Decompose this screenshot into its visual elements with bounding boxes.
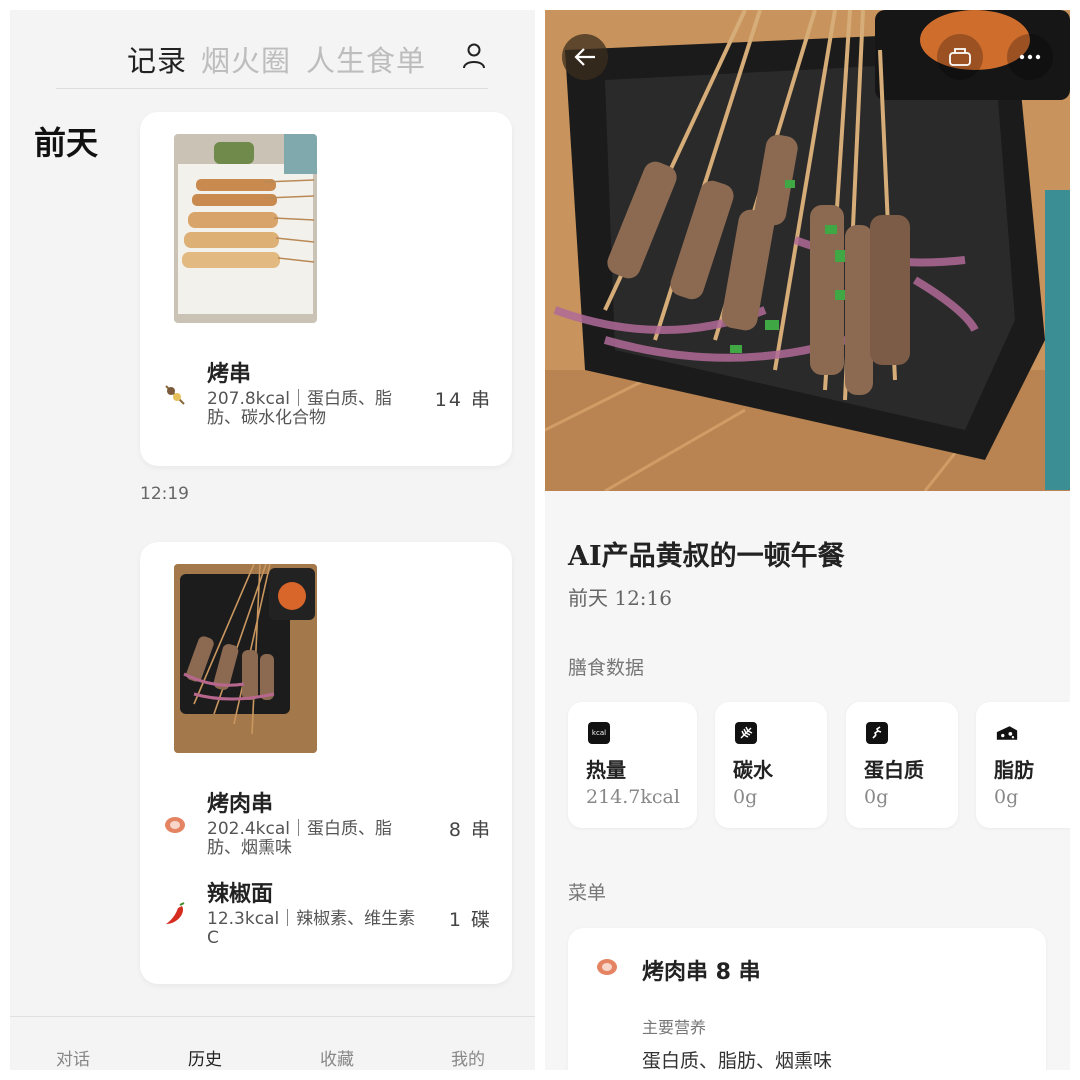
stat-label: 热量 bbox=[586, 758, 626, 782]
food-qty: 1 碟 bbox=[448, 909, 492, 931]
food-desc: 207.8kcal｜蛋白质、脂肪、碳水化合物 bbox=[207, 389, 392, 428]
stat-protein[interactable]: 蛋白质 0g bbox=[846, 702, 958, 828]
bottom-nav-favorites[interactable]: 收藏 bbox=[320, 1045, 354, 1070]
food-name: 烤肉串 bbox=[207, 792, 274, 817]
main-nutrients-value: 蛋白质、脂肪、烟熏味 bbox=[642, 1050, 833, 1070]
menu-label: 菜单 bbox=[568, 882, 607, 904]
nav-divider bbox=[56, 88, 488, 89]
meal-photo[interactable] bbox=[174, 134, 317, 323]
food-qty: 8 串 bbox=[448, 819, 492, 841]
stat-value: 0g bbox=[994, 786, 1019, 808]
meal-time: 前天 12:16 bbox=[568, 586, 672, 610]
diet-data-label: 膳食数据 bbox=[568, 657, 645, 679]
meal-detail-screen: AI产品黄叔的一顿午餐 前天 12:16 膳食数据 kcal 热量 214.7k… bbox=[545, 10, 1070, 1070]
main-nutrients-label: 主要营养 bbox=[642, 1018, 707, 1037]
day-label: 前天 bbox=[34, 124, 99, 162]
time-label: 12:19 bbox=[140, 484, 189, 504]
stat-fat[interactable]: 脂肪 0g bbox=[976, 702, 1070, 828]
cheese-icon bbox=[996, 722, 1018, 744]
meal-card[interactable]: 烤肉串 202.4kcal｜蛋白质、脂肪、烟熏味 8 串 辣椒面 12.3kca… bbox=[140, 542, 512, 984]
arrow-left-icon bbox=[574, 48, 595, 66]
meat-icon bbox=[165, 817, 185, 833]
back-button[interactable] bbox=[562, 34, 608, 80]
user-icon[interactable] bbox=[462, 43, 486, 69]
food-desc: 202.4kcal｜蛋白质、脂肪、烟熏味 bbox=[207, 819, 392, 858]
toaster-icon bbox=[949, 48, 971, 66]
wheat-icon bbox=[735, 722, 757, 744]
bottom-nav-mine[interactable]: 我的 bbox=[451, 1045, 485, 1070]
tab-records[interactable]: 记录 bbox=[127, 38, 187, 80]
bottom-nav-chat[interactable]: 对话 bbox=[56, 1045, 90, 1070]
kcal-icon: kcal bbox=[588, 722, 610, 744]
stat-label: 脂肪 bbox=[994, 758, 1034, 782]
food-name: 辣椒面 bbox=[207, 882, 274, 907]
stat-label: 蛋白质 bbox=[864, 758, 924, 782]
skewer-icon bbox=[165, 385, 185, 405]
bottom-nav: 对话 历史 收藏 我的 bbox=[10, 1016, 535, 1070]
stat-calories[interactable]: kcal 热量 214.7kcal bbox=[568, 702, 697, 828]
meal-hero-photo bbox=[545, 10, 1070, 491]
stat-value: 214.7kcal bbox=[586, 786, 680, 808]
more-button[interactable] bbox=[1007, 34, 1053, 80]
bottom-nav-history[interactable]: 历史 bbox=[188, 1045, 222, 1070]
menu-item-title: 烤肉串 8 串 bbox=[642, 960, 761, 985]
top-nav: 记录 烟火圈 人生食单 bbox=[10, 10, 535, 90]
meat-icon bbox=[597, 959, 617, 975]
stat-value: 0g bbox=[733, 786, 758, 808]
protein-icon bbox=[866, 722, 888, 744]
meal-card[interactable]: 烤串 207.8kcal｜蛋白质、脂肪、碳水化合物 14 串 bbox=[140, 112, 512, 466]
tab-life-menu[interactable]: 人生食单 bbox=[306, 38, 426, 80]
tab-smoke-circle[interactable]: 烟火圈 bbox=[201, 38, 291, 80]
food-qty: 14 串 bbox=[434, 389, 492, 411]
stat-carbs[interactable]: 碳水 0g bbox=[715, 702, 827, 828]
history-screen: 记录 烟火圈 人生食单 前天 烤串 207.8kcal｜蛋白质、脂肪、碳水化合物… bbox=[10, 10, 535, 1070]
more-dots-icon bbox=[1019, 54, 1041, 60]
stat-label: 碳水 bbox=[733, 758, 773, 782]
stat-value: 0g bbox=[864, 786, 889, 808]
meal-photo[interactable] bbox=[174, 564, 317, 753]
menu-item-card[interactable]: 烤肉串 8 串 主要营养 蛋白质、脂肪、烟熏味 bbox=[568, 928, 1046, 1070]
food-item[interactable]: 烤肉串 202.4kcal｜蛋白质、脂肪、烟熏味 8 串 bbox=[162, 786, 492, 866]
food-name: 烤串 bbox=[207, 362, 252, 387]
meal-title: AI产品黄叔的一顿午餐 bbox=[568, 541, 845, 572]
chili-icon bbox=[166, 902, 185, 924]
food-item[interactable]: 辣椒面 12.3kcal｜辣椒素、维生素C 1 碟 bbox=[162, 876, 492, 956]
food-item[interactable]: 烤串 207.8kcal｜蛋白质、脂肪、碳水化合物 14 串 bbox=[162, 356, 492, 436]
toaster-button[interactable] bbox=[937, 34, 983, 80]
food-desc: 12.3kcal｜辣椒素、维生素C bbox=[207, 909, 416, 948]
